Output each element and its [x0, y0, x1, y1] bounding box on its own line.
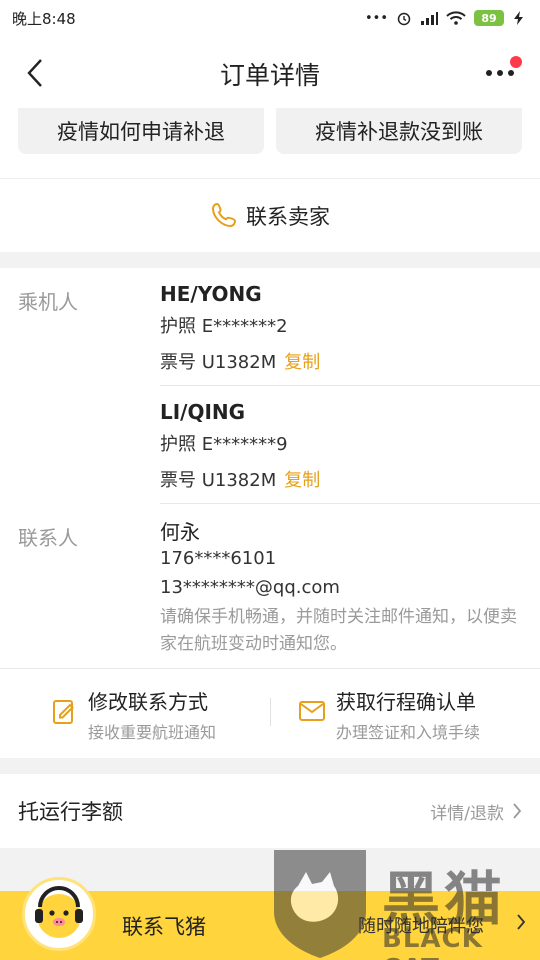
- contact-name: 何永: [160, 520, 200, 544]
- divider: [160, 503, 540, 504]
- status-icons: ••• 89: [365, 10, 526, 26]
- passenger-passport: 护照 E*******2: [160, 316, 288, 337]
- contact-note: 请确保手机畅通，并随时关注邮件通知，以便卖家在航班变动时通知您。: [160, 607, 517, 654]
- contact-seller-label: 联系卖家: [246, 204, 330, 229]
- wifi-icon: [446, 11, 466, 25]
- more-dots-icon: [486, 70, 514, 76]
- quick-actions: 疫情如何申请补退 疫情补退款没到账: [0, 108, 540, 178]
- page-title: 订单详情: [219, 61, 320, 90]
- order-info-card: 乘机人 HE/YONG 护照 E*******2 票号 U1382M 复制 LI/…: [0, 268, 540, 758]
- itinerary-subtitle: 办理签证和入境手续: [336, 723, 481, 742]
- chevron-right-icon: [513, 803, 522, 819]
- passenger-ticket-row: 票号 U1382M 复制: [160, 466, 320, 492]
- mail-icon: [299, 701, 325, 721]
- contact-seller-button[interactable]: 联系卖家: [0, 178, 540, 252]
- status-bar: 晚上8:48 ••• 89: [0, 0, 540, 36]
- phone-icon: [211, 202, 237, 227]
- passenger-ticket-row: 票号 U1382M 复制: [160, 348, 320, 374]
- contact-phone: 176****6101: [160, 548, 277, 569]
- status-dots: •••: [364, 10, 388, 26]
- edit-contact-title: 修改联系方式: [88, 690, 208, 714]
- contact-label: 联系人: [18, 526, 78, 550]
- luggage-title: 托运行李额: [18, 800, 123, 824]
- passenger-name: LI/QING: [160, 400, 246, 424]
- luggage-link[interactable]: 详情/退款: [430, 799, 522, 824]
- contact-email: 13********@qq.com: [160, 577, 340, 598]
- copy-ticket-button[interactable]: 复制: [284, 352, 320, 373]
- mascot-avatar: [22, 877, 96, 951]
- charging-icon: [514, 11, 523, 25]
- battery-indicator: 89: [474, 10, 504, 26]
- passenger-passport: 护照 E*******9: [160, 434, 288, 455]
- luggage-link-label: 详情/退款: [430, 803, 504, 824]
- bottom-bar[interactable]: 联系飞猪 随时随地陪伴您: [0, 877, 540, 960]
- nav-bar: 订单详情: [0, 36, 540, 108]
- bottom-slogan: 随时随地陪伴您: [358, 916, 484, 937]
- signal-icon: [421, 12, 438, 25]
- status-time: 晚上8:48: [12, 9, 76, 28]
- divider: [160, 385, 540, 386]
- quick-button-refund-apply[interactable]: 疫情如何申请补退: [18, 108, 264, 154]
- passenger-ticket: 票号 U1382M: [160, 352, 277, 373]
- passenger-name: HE/YONG: [160, 282, 262, 306]
- divider: [0, 668, 540, 669]
- itinerary-title: 获取行程确认单: [336, 690, 476, 714]
- passengers-label: 乘机人: [18, 290, 78, 314]
- itinerary-button[interactable]: 获取行程确认单 办理签证和入境手续: [298, 686, 480, 743]
- quick-button-refund-status[interactable]: 疫情补退款没到账: [276, 108, 522, 154]
- edit-contact-button[interactable]: 修改联系方式 接收重要航班通知: [52, 686, 216, 743]
- divider: [270, 698, 271, 726]
- passenger-ticket: 票号 U1382M: [160, 470, 277, 491]
- chevron-right-icon: [517, 914, 526, 930]
- notification-dot: [510, 56, 522, 68]
- luggage-row[interactable]: 托运行李额 详情/退款: [0, 774, 540, 848]
- edit-icon: [53, 700, 74, 724]
- pig-mascot-icon: [35, 886, 83, 938]
- edit-contact-subtitle: 接收重要航班通知: [88, 723, 217, 742]
- copy-ticket-button[interactable]: 复制: [284, 470, 320, 491]
- contact-fliggy-label: 联系飞猪: [122, 915, 206, 939]
- alarm-icon: [397, 12, 411, 26]
